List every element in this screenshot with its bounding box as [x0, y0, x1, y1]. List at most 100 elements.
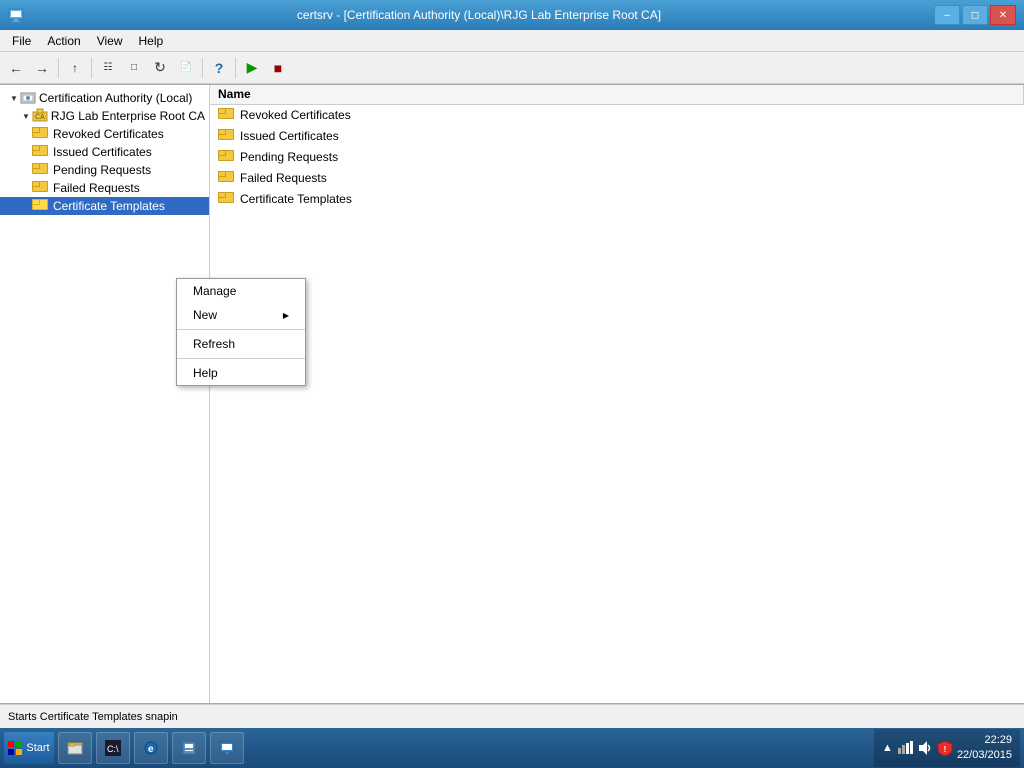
toolbar-separator-1 [58, 58, 59, 78]
restore-button[interactable]: ◻ [962, 5, 988, 25]
tree-item-ca[interactable]: ▼ CA RJG Lab Enterprise Root CA [0, 107, 209, 125]
ctx-manage[interactable]: Manage [177, 279, 305, 303]
security-icon: ! [937, 740, 953, 756]
right-panel-item-failed[interactable]: Failed Requests [210, 168, 1024, 189]
ctx-separator-2 [177, 358, 305, 359]
up-button[interactable]: ↑ [63, 56, 87, 80]
audio-icon [917, 740, 933, 756]
right-panel: Name Revoked Certificates Issued Certifi… [210, 85, 1024, 703]
toolbar: ← → ↑ ☷ □ ↻ 📄 ? ▶ ■ [0, 52, 1024, 84]
right-item-revoked-label: Revoked Certificates [240, 108, 351, 122]
right-item-failed-label: Failed Requests [240, 171, 327, 185]
context-menu: Manage New ▶ Refresh Help [176, 278, 306, 386]
title-text: certsrv - [Certification Authority (Loca… [24, 8, 934, 22]
taskbar-rdp[interactable] [210, 732, 244, 764]
ctx-new[interactable]: New ▶ [177, 303, 305, 327]
status-bar: Starts Certificate Templates snapin [0, 704, 1024, 728]
menu-bar: File Action View Help [0, 30, 1024, 52]
folder-failed-icon [32, 181, 48, 195]
clock-time: 22:29 [957, 733, 1012, 748]
svg-text:e: e [148, 744, 154, 755]
refresh-button[interactable]: ↻ [148, 56, 172, 80]
taskbar: Start C:\ e ▲ ! 22:29 22/03/2015 [0, 728, 1024, 768]
menu-help[interactable]: Help [131, 32, 172, 50]
taskbar-cmd[interactable]: C:\ [96, 732, 130, 764]
folder-icon [218, 171, 232, 182]
tree-item-templates[interactable]: Certificate Templates [0, 197, 209, 215]
right-panel-item-revoked[interactable]: Revoked Certificates [210, 105, 1024, 126]
folder-issued-icon [32, 145, 48, 159]
toolbar-separator-2 [91, 58, 92, 78]
right-item-issued-label: Issued Certificates [240, 129, 339, 143]
minimize-button[interactable]: – [934, 5, 960, 25]
submenu-arrow-icon: ▶ [283, 311, 289, 320]
title-bar: certsrv - [Certification Authority (Loca… [0, 0, 1024, 30]
folder-icon [218, 108, 232, 119]
menu-file[interactable]: File [4, 32, 39, 50]
status-text: Starts Certificate Templates snapin [8, 711, 1007, 723]
help-button[interactable]: ? [207, 56, 231, 80]
right-item-templates-label: Certificate Templates [240, 192, 352, 206]
forward-button[interactable]: → [30, 56, 54, 80]
back-button[interactable]: ← [4, 56, 28, 80]
ctx-refresh[interactable]: Refresh [177, 332, 305, 356]
right-panel-item-pending[interactable]: Pending Requests [210, 147, 1024, 168]
folder-revoked-icon [32, 127, 48, 141]
ca-icon [20, 91, 36, 105]
tree-issued-label: Issued Certificates [53, 145, 152, 159]
right-panel-item-issued[interactable]: Issued Certificates [210, 126, 1024, 147]
network-icon [897, 740, 913, 756]
folder-pending-icon [32, 163, 48, 177]
right-item-pending-label: Pending Requests [240, 150, 338, 164]
taskbar-ie[interactable]: e [134, 732, 168, 764]
taskbar-tray: ▲ ! 22:29 22/03/2015 [874, 729, 1020, 768]
root-ca-icon: CA [32, 109, 48, 123]
right-panel-item-templates[interactable]: Certificate Templates [210, 189, 1024, 210]
taskbar-server-manager[interactable] [172, 732, 206, 764]
chevron-icon[interactable]: ▲ [882, 742, 893, 754]
tree-item-revoked[interactable]: Revoked Certificates [0, 125, 209, 143]
folder-icon [218, 192, 232, 203]
tree-ca-label: RJG Lab Enterprise Root CA [51, 109, 205, 123]
new-window-button[interactable]: □ [122, 56, 146, 80]
svg-text:!: ! [944, 745, 947, 754]
svg-text:C:\: C:\ [107, 744, 119, 754]
folder-icon [218, 129, 232, 140]
menu-action[interactable]: Action [39, 32, 88, 50]
tree-item-root[interactable]: ▼ Certification Authority (Local) [0, 89, 209, 107]
tree-item-issued[interactable]: Issued Certificates [0, 143, 209, 161]
column-header: Name [210, 85, 1024, 105]
start-label: Start [26, 742, 49, 754]
tree-item-pending[interactable]: Pending Requests [0, 161, 209, 179]
expand-icon: ▼ [8, 92, 20, 104]
ctx-help[interactable]: Help [177, 361, 305, 385]
toolbar-separator-4 [235, 58, 236, 78]
close-button[interactable]: ✕ [990, 5, 1016, 25]
tree-root-label: Certification Authority (Local) [39, 91, 192, 105]
start-button[interactable]: Start [4, 732, 54, 764]
app-window: certsrv - [Certification Authority (Loca… [0, 0, 1024, 728]
name-column-header[interactable]: Name [210, 85, 1024, 104]
menu-view[interactable]: View [89, 32, 131, 50]
export-button[interactable]: 📄 [174, 56, 198, 80]
stop-button[interactable]: ■ [266, 56, 290, 80]
taskbar-file-explorer[interactable] [58, 732, 92, 764]
folder-icon [218, 150, 232, 161]
clock-date: 22/03/2015 [957, 748, 1012, 763]
tree-revoked-label: Revoked Certificates [53, 127, 164, 141]
tree-item-failed[interactable]: Failed Requests [0, 179, 209, 197]
left-panel: ▼ Certification Authority (Local) ▼ CA R… [0, 85, 210, 703]
tree-templates-label: Certificate Templates [53, 199, 165, 213]
ctx-separator [177, 329, 305, 330]
tree-failed-label: Failed Requests [53, 181, 140, 195]
play-button[interactable]: ▶ [240, 56, 264, 80]
app-icon [8, 7, 24, 23]
show-hide-tree-button[interactable]: ☷ [96, 56, 120, 80]
window-controls: – ◻ ✕ [934, 5, 1016, 25]
svg-text:CA: CA [35, 114, 45, 121]
taskbar-clock: 22:29 22/03/2015 [957, 733, 1012, 764]
tree-pending-label: Pending Requests [53, 163, 151, 177]
folder-templates-icon [32, 199, 48, 213]
main-area: ▼ Certification Authority (Local) ▼ CA R… [0, 84, 1024, 704]
expand-ca-icon: ▼ [20, 110, 32, 122]
